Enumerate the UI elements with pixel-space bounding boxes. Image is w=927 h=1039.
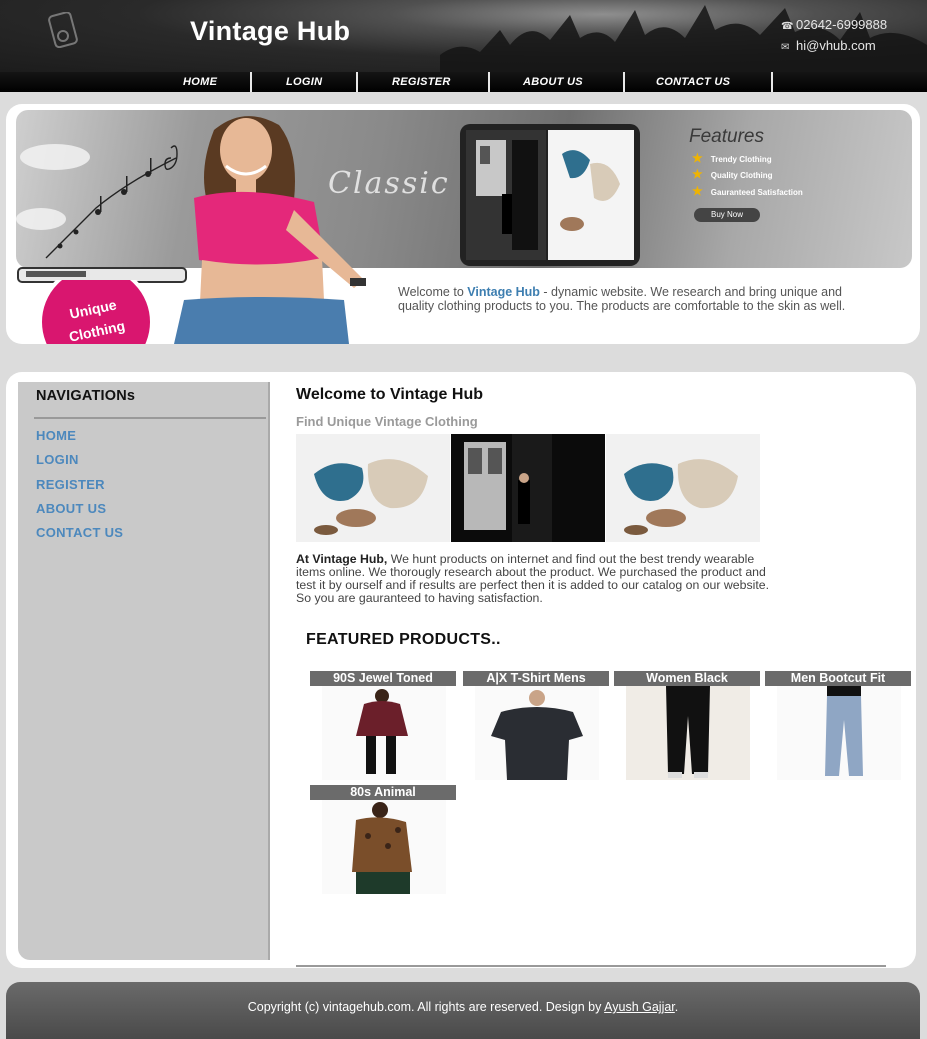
site-header: Vintage Hub ☎ 02642-6999888 ✉ hi@vhub.com … <box>0 0 927 92</box>
product-image[interactable] <box>322 686 446 780</box>
topnav-login[interactable]: LOGIN <box>286 76 322 88</box>
copyright-pre: Copyright (c) vintagehub.com. All rights… <box>247 1000 605 1014</box>
site-footer: Copyright (c) vintagehub.com. All rights… <box>6 982 920 1039</box>
designer-link[interactable]: Ayush Gajjar <box>604 1000 675 1014</box>
nav-divider <box>250 72 252 92</box>
topnav-contact-us[interactable]: CONTACT US <box>656 76 730 88</box>
about-paragraph: At Vintage Hub, We hunt products on inte… <box>296 553 786 605</box>
sidebar-item-login[interactable]: LOGIN <box>36 452 79 467</box>
crowd-silhouette-graphic <box>440 5 927 72</box>
about-bold-lead: At Vintage Hub, <box>296 552 388 566</box>
product-title[interactable]: 90S Jewel Toned <box>310 671 456 686</box>
top-navigation <box>0 72 927 92</box>
topnav-register[interactable]: REGISTER <box>392 76 451 88</box>
feature-label: Trendy Clothing <box>710 155 772 164</box>
feature-label: Quality Clothing <box>710 171 773 180</box>
product-image[interactable] <box>626 686 750 780</box>
feature-item: ★ Trendy Clothing <box>692 151 772 165</box>
feature-label: Gauranteed Satisfaction <box>710 188 803 197</box>
nav-divider <box>488 72 490 92</box>
product-card[interactable]: 80s Animal <box>310 785 456 894</box>
product-card[interactable]: 90S Jewel Toned <box>310 671 456 780</box>
content-divider <box>296 965 886 967</box>
featured-products-heading: FEATURED PRODUCTS.. <box>306 631 501 648</box>
sidebar-title: NAVIGATIONs <box>36 388 136 404</box>
nav-divider <box>356 72 358 92</box>
unique-clothing-badge[interactable]: Unique Clothing <box>36 280 158 344</box>
sidebar: NAVIGATIONs HOME LOGIN REGISTER ABOUT US… <box>18 382 270 960</box>
header-email: ✉ hi@vhub.com <box>781 38 876 53</box>
star-icon: ★ <box>692 167 703 181</box>
nav-divider <box>771 72 773 92</box>
star-icon: ★ <box>692 151 703 165</box>
copyright-text: Copyright (c) vintagehub.com. All rights… <box>6 1000 920 1014</box>
email-address[interactable]: hi@vhub.com <box>796 38 876 53</box>
header-phone: ☎ 02642-6999888 <box>781 17 887 32</box>
intro-brand-link[interactable]: Vintage Hub <box>467 285 540 299</box>
product-card[interactable]: A|X T-Shirt Mens <box>463 671 609 780</box>
product-image[interactable] <box>475 686 599 780</box>
product-title[interactable]: 80s Animal <box>310 785 456 800</box>
sidebar-item-register[interactable]: REGISTER <box>36 477 105 492</box>
phone-number: 02642-6999888 <box>796 17 888 32</box>
product-image[interactable] <box>777 686 901 780</box>
phone-device-image <box>460 124 640 266</box>
mail-icon: ✉ <box>781 42 790 53</box>
sidebar-item-about-us[interactable]: ABOUT US <box>36 501 106 516</box>
buy-now-button[interactable]: Buy Now <box>694 208 760 222</box>
page-title: Welcome to Vintage Hub <box>296 386 483 403</box>
product-image[interactable] <box>322 800 446 894</box>
feature-item: ★ Gauranteed Satisfaction <box>692 184 803 198</box>
clothing-gallery-image <box>296 434 760 542</box>
hero-banner: Classic Features ★ Trendy Clothing ★ Quali… <box>6 104 920 344</box>
ipod-icon <box>48 12 78 48</box>
product-card[interactable]: Men Bootcut Fit <box>765 671 911 780</box>
copyright-post: . <box>674 1000 679 1014</box>
feature-item: ★ Quality Clothing <box>692 167 773 181</box>
product-title[interactable]: Men Bootcut Fit <box>765 671 911 686</box>
features-heading: Features <box>689 126 764 147</box>
intro-pre: Welcome to <box>398 285 468 299</box>
site-title[interactable]: Vintage Hub <box>190 16 350 47</box>
model-girl-image <box>174 116 366 344</box>
star-icon: ★ <box>692 184 703 198</box>
intro-text: Welcome to Vintage Hub - dynamic website… <box>398 285 874 313</box>
phone-icon: ☎ <box>781 21 794 32</box>
nav-divider <box>623 72 625 92</box>
product-title[interactable]: Women Black <box>614 671 760 686</box>
music-notes-graphic <box>45 145 178 259</box>
topnav-about-us[interactable]: ABOUT US <box>523 76 583 88</box>
product-card[interactable]: Women Black <box>614 671 760 780</box>
sidebar-item-home[interactable]: HOME <box>36 428 76 443</box>
page-subtitle: Find Unique Vintage Clothing <box>296 414 478 429</box>
sidebar-item-contact-us[interactable]: CONTACT US <box>36 525 123 540</box>
topnav-home[interactable]: HOME <box>183 76 217 88</box>
main-panel: NAVIGATIONs HOME LOGIN REGISTER ABOUT US… <box>6 372 916 968</box>
sidebar-divider <box>34 417 266 419</box>
product-title[interactable]: A|X T-Shirt Mens <box>463 671 609 686</box>
